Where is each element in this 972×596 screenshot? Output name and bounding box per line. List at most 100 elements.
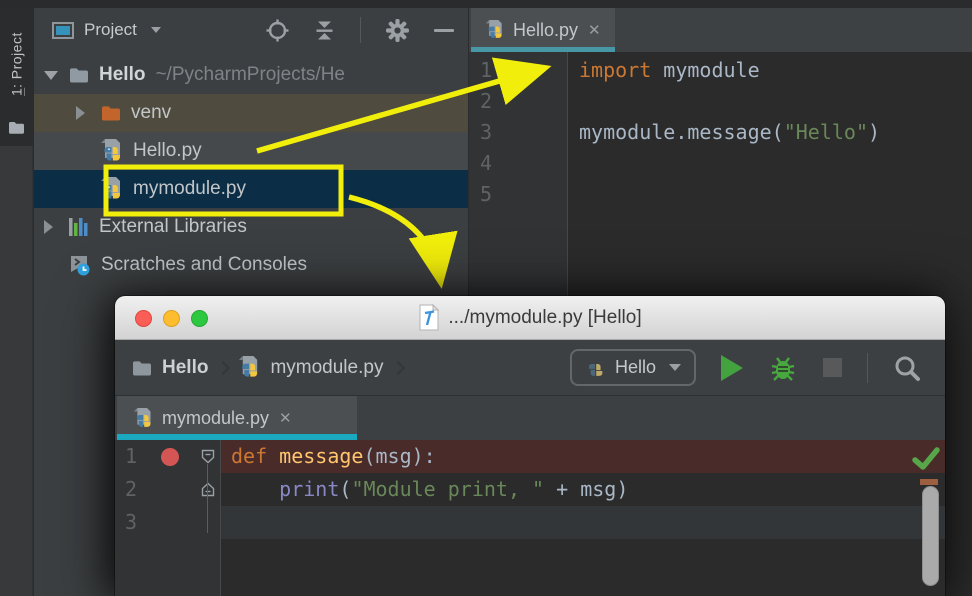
close-icon[interactable]: ✕ — [279, 409, 292, 427]
code-line-breakpoint: 1 def message(msg): — [115, 440, 945, 473]
active-tab-underline — [471, 47, 615, 52]
locate-file-icon[interactable] — [266, 19, 289, 42]
tree-item-label: Hello — [99, 64, 145, 86]
pycharm-screen: 1: Project Project Hello ~/PycharmProjec… — [0, 0, 972, 596]
hide-tool-window-icon[interactable] — [434, 29, 454, 32]
run-configuration-select[interactable]: Hello — [570, 349, 696, 386]
project-panel-header: Project — [34, 8, 468, 52]
python-file-icon — [238, 355, 261, 380]
scratches-icon — [68, 253, 92, 277]
minimize-window-button[interactable] — [163, 310, 180, 327]
expand-arrow-icon[interactable] — [44, 220, 53, 234]
tool-window-button-label: 1: Project — [0, 14, 33, 114]
window-title: .../mymodule.py [Hello] — [448, 307, 641, 329]
editor-tab-bar: Hello.py ✕ — [469, 8, 972, 52]
tree-item-label: Hello.py — [133, 140, 202, 162]
error-stripe-mark — [920, 479, 938, 485]
chevron-down-icon[interactable] — [151, 27, 161, 33]
tree-item-label: External Libraries — [99, 216, 247, 238]
run-configuration-label: Hello — [615, 357, 656, 378]
float-editor[interactable]: 1 def message(msg): 2 print("Module prin… — [115, 440, 945, 596]
toolbar-divider — [867, 353, 868, 383]
project-tree: Hello ~/PycharmProjects/He venv Hello.py… — [34, 52, 468, 284]
editor-scrollbar[interactable] — [922, 486, 939, 586]
floating-window-mymodule: .../mymodule.py [Hello] Hello mymodule.p… — [115, 296, 945, 596]
tab-label: mymodule.py — [162, 408, 269, 429]
code-line — [220, 539, 945, 572]
expand-arrow-icon[interactable] — [44, 71, 58, 80]
close-window-button[interactable] — [135, 310, 152, 327]
tree-item-label: venv — [131, 102, 171, 124]
breadcrumb-label: mymodule.py — [270, 357, 383, 379]
settings-gear-icon[interactable] — [385, 18, 410, 43]
navigation-toolbar: Hello mymodule.py Hello — [115, 340, 945, 396]
tree-item-path: ~/PycharmProjects/He — [155, 64, 345, 86]
chevron-down-icon — [669, 364, 681, 371]
folder-icon — [100, 104, 122, 122]
debug-button[interactable] — [768, 354, 798, 382]
code-line — [220, 506, 945, 539]
tree-item-project-root[interactable]: Hello ~/PycharmProjects/He — [34, 56, 468, 94]
folder-icon — [68, 66, 90, 84]
code-row: 2 print("Module print, " + msg) — [115, 473, 945, 506]
code-row — [115, 539, 945, 572]
code-row — [115, 572, 945, 596]
folder-icon — [131, 359, 153, 377]
code-line — [568, 86, 972, 117]
fold-end-icon[interactable] — [201, 482, 215, 497]
close-icon[interactable]: ✕ — [588, 21, 601, 39]
python-file-icon — [133, 407, 154, 430]
editor-tab-mymodule-py[interactable]: mymodule.py ✕ — [117, 396, 357, 440]
traffic-lights — [135, 296, 208, 340]
tree-item-label: mymodule.py — [133, 178, 246, 200]
tab-label: Hello.py — [513, 20, 578, 41]
editor-tab-hello-py[interactable]: Hello.py ✕ — [471, 8, 615, 52]
tree-item-label: Scratches and Consoles — [101, 254, 307, 276]
run-button[interactable] — [721, 355, 743, 381]
python-file-icon — [585, 356, 606, 379]
toolbar-divider — [360, 17, 361, 43]
tree-item-scratches[interactable]: Scratches and Consoles — [34, 246, 468, 284]
gutter-cell: 1 — [115, 440, 220, 473]
fold-start-icon[interactable] — [201, 449, 215, 464]
tree-item-hello-py[interactable]: Hello.py — [34, 132, 468, 170]
zoom-window-button[interactable] — [191, 310, 208, 327]
breadcrumb-hello[interactable]: Hello — [131, 357, 208, 379]
gutter-cell: 2 — [115, 473, 220, 506]
tool-window-button-project[interactable]: 1: Project — [0, 8, 33, 146]
gutter-cell — [115, 572, 220, 596]
python-file-icon — [100, 138, 124, 164]
python-file-icon — [100, 176, 124, 202]
project-tool-icon — [52, 22, 74, 39]
inspections-ok-check-icon[interactable] — [912, 446, 940, 472]
mac-titlebar[interactable]: .../mymodule.py [Hello] — [115, 296, 945, 340]
stop-button[interactable] — [823, 358, 842, 377]
breakpoint-icon[interactable] — [161, 448, 179, 466]
tree-item-venv[interactable]: venv — [34, 94, 468, 132]
tree-item-mymodule-py[interactable]: mymodule.py — [34, 170, 468, 208]
fold-guide-line — [207, 464, 208, 533]
float-editor-tab-bar: mymodule.py ✕ — [115, 396, 945, 440]
project-panel-title[interactable]: Project — [84, 20, 137, 40]
search-icon[interactable] — [893, 354, 921, 382]
python-file-icon — [485, 19, 505, 41]
left-tool-stripe: 1: Project — [0, 8, 33, 596]
folder-icon — [8, 120, 25, 135]
code-line — [568, 179, 972, 210]
code-line: print("Module print, " + msg) — [220, 473, 945, 506]
breadcrumb-mymodule[interactable]: mymodule.py — [238, 355, 383, 380]
chevron-right-icon — [391, 360, 405, 374]
code-row-current: 3 — [115, 506, 945, 539]
gutter-cell — [115, 539, 220, 572]
code-line: mymodule.message("Hello") — [568, 117, 972, 148]
gutter-cell: 3 — [115, 506, 220, 539]
breadcrumb-label: Hello — [162, 357, 208, 379]
collapse-arrow-icon[interactable] — [76, 106, 85, 120]
code-line — [220, 572, 945, 596]
chevron-right-icon — [216, 360, 230, 374]
document-proxy-icon — [418, 304, 440, 331]
tree-item-external-libraries[interactable]: External Libraries — [34, 208, 468, 246]
collapse-all-icon[interactable] — [313, 19, 336, 42]
code-line: def message(msg): — [220, 440, 945, 473]
code-line: import mymodule — [568, 55, 972, 86]
